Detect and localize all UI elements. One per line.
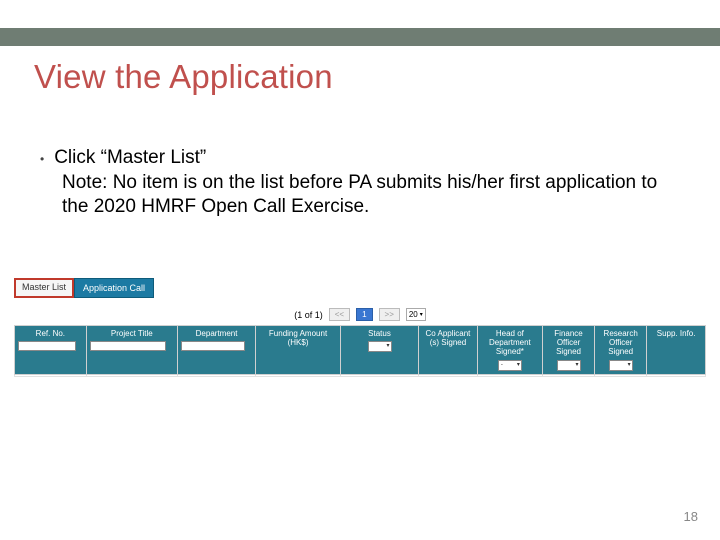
tab-application-call[interactable]: Application Call	[74, 278, 154, 298]
pagination-next-button[interactable]: >>	[379, 308, 400, 321]
filter-select-research[interactable]: ▾	[609, 360, 633, 371]
master-list-table: Ref. No. Project Title Department Fundin…	[14, 325, 706, 377]
col-header-status: Status ▾	[340, 326, 418, 375]
chevron-down-icon: ▾	[628, 362, 631, 369]
bullet-text: Click “Master List”	[54, 146, 206, 171]
col-header-research: Research Officer Signed ▾	[595, 326, 647, 375]
slide-title: View the Application	[34, 58, 333, 96]
pagination-page-size-value: 20	[409, 310, 418, 319]
table-row	[15, 374, 706, 376]
filter-input-project-title[interactable]	[90, 341, 166, 351]
col-header-finance: Finance Officer Signed ▾	[542, 326, 594, 375]
bullet-dot-icon: •	[40, 152, 44, 168]
col-header-co-applicant: Co Applicant (s) Signed	[419, 326, 478, 375]
pagination-current-page: 1	[356, 308, 372, 321]
top-decor-bar	[0, 28, 720, 46]
col-header-department: Department	[177, 326, 255, 375]
col-header-funding-label: Funding Amount (HK$)	[269, 329, 327, 347]
filter-select-finance[interactable]: ▾	[557, 360, 581, 371]
col-header-finance-label: Finance Officer Signed	[554, 329, 582, 356]
chevron-down-icon: ▾	[387, 343, 390, 350]
tab-strip: Master List Application Call	[14, 278, 706, 298]
col-header-department-label: Department	[196, 329, 238, 338]
col-header-supp-info-label: Supp. Info.	[657, 329, 696, 338]
chevron-down-icon: ▾	[517, 362, 520, 369]
col-header-hod: Head of Department Signed* ▾	[477, 326, 542, 375]
bullet-item: • Click “Master List”	[40, 146, 670, 171]
filter-input-ref-no[interactable]	[18, 341, 76, 351]
app-screenshot: Master List Application Call (1 of 1) <<…	[14, 278, 706, 377]
note-text: Note: No item is on the list before PA s…	[62, 171, 670, 220]
col-header-research-label: Research Officer Signed	[604, 329, 638, 356]
col-header-co-applicant-label: Co Applicant (s) Signed	[425, 329, 470, 347]
col-header-supp-info: Supp. Info.	[647, 326, 706, 375]
chevron-down-icon: ▾	[576, 362, 579, 369]
filter-select-status[interactable]: ▾	[368, 341, 392, 352]
chevron-down-icon: ▾	[420, 311, 423, 318]
page-number: 18	[684, 509, 698, 524]
col-header-project-title: Project Title	[86, 326, 177, 375]
pagination-page-size-select[interactable]: 20 ▾	[406, 308, 426, 321]
col-header-status-label: Status	[368, 329, 391, 338]
col-header-ref-no: Ref. No.	[15, 326, 87, 375]
body-text: • Click “Master List” Note: No item is o…	[40, 146, 670, 220]
col-header-ref-no-label: Ref. No.	[36, 329, 65, 338]
pagination-summary: (1 of 1)	[294, 310, 323, 320]
col-header-funding: Funding Amount (HK$)	[256, 326, 341, 375]
col-header-project-title-label: Project Title	[111, 329, 153, 338]
filter-select-hod[interactable]: ▾	[498, 360, 522, 371]
slide: View the Application • Click “Master Lis…	[0, 0, 720, 540]
tab-master-list[interactable]: Master List	[14, 278, 74, 298]
filter-input-department[interactable]	[181, 341, 245, 351]
pagination-bar: (1 of 1) << 1 >> 20 ▾	[14, 304, 706, 325]
pagination-prev-button[interactable]: <<	[329, 308, 350, 321]
table-header-row: Ref. No. Project Title Department Fundin…	[15, 326, 706, 375]
col-header-hod-label: Head of Department Signed*	[489, 329, 531, 356]
